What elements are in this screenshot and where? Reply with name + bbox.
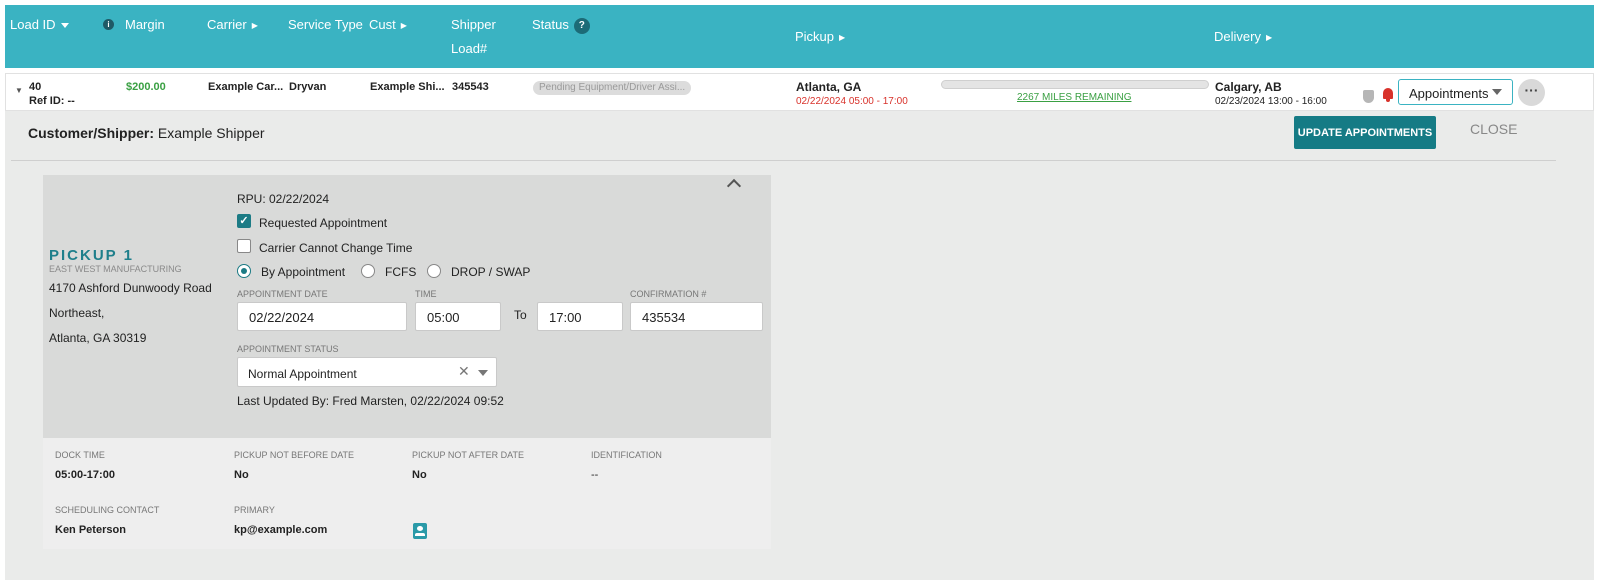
col-carrier[interactable]: Carrier ▶	[207, 17, 258, 32]
radio-by-appointment-label: By Appointment	[261, 265, 346, 279]
view-select[interactable]: Appointments	[1398, 79, 1513, 105]
table-row[interactable]: ▼ 40 Ref ID: -- $200.00 Example Car... D…	[5, 73, 1594, 111]
miles-remaining-link[interactable]: 2267 MILES REMAINING	[1017, 92, 1131, 103]
stop-title: PICKUP 1	[49, 247, 134, 264]
carrier-value[interactable]: Example Car...	[208, 81, 283, 93]
col-margin[interactable]: Margin	[125, 17, 165, 32]
radio-drop-swap[interactable]	[427, 264, 441, 278]
requested-appointment-checkbox[interactable]: ✓	[237, 214, 251, 228]
col-shipper[interactable]: Shipper	[451, 17, 496, 32]
clear-icon[interactable]: ✕	[458, 363, 470, 380]
address-line-2: Northeast,	[49, 306, 105, 320]
carrier-cannot-change-checkbox[interactable]	[237, 239, 251, 253]
dock-time-value: 05:00-17:00	[55, 469, 115, 481]
identification-label: IDENTIFICATION	[591, 450, 662, 460]
chevron-down-icon	[1492, 89, 1502, 95]
contact-card-icon[interactable]	[413, 523, 427, 539]
primary-label: PRIMARY	[234, 505, 275, 515]
requested-appointment-label: Requested Appointment	[259, 216, 388, 230]
address-line-1: 4170 Ashford Dunwoody Road	[49, 281, 212, 295]
not-before-value: No	[234, 469, 249, 481]
shield-icon	[1363, 90, 1374, 103]
info-icon[interactable]: i	[103, 19, 114, 30]
caret-down-icon	[60, 23, 69, 29]
to-label: To	[514, 308, 527, 322]
col-status[interactable]: Status?	[532, 17, 590, 34]
appointment-status-label: APPOINTMENT STATUS	[237, 344, 339, 354]
divider	[11, 160, 1556, 161]
time-to-input[interactable]: 17:00	[537, 302, 623, 331]
appointment-date-label: APPOINTMENT DATE	[237, 289, 328, 299]
col-load-id[interactable]: Load ID	[10, 17, 69, 32]
not-after-label: PICKUP NOT AFTER DATE	[412, 450, 525, 460]
radio-fcfs[interactable]	[361, 264, 375, 278]
load-id-value[interactable]: 40	[29, 81, 41, 93]
margin-value: $200.00	[126, 81, 166, 93]
help-icon[interactable]: ?	[573, 17, 590, 34]
ref-id: Ref ID: --	[29, 95, 75, 107]
col-service-type[interactable]: Service Type	[288, 17, 363, 32]
confirmation-input[interactable]: 435534	[630, 302, 763, 331]
appointment-status-select[interactable]: Normal Appointment ✕	[237, 357, 497, 387]
scheduling-contact-value: Ken Peterson	[55, 524, 126, 536]
carrier-cannot-change-label: Carrier Cannot Change Time	[259, 241, 413, 255]
col-cust[interactable]: Cust ▶	[369, 17, 407, 32]
confirmation-label: CONFIRMATION #	[630, 289, 707, 299]
pickup-window: 02/22/2024 05:00 - 17:00	[796, 96, 908, 107]
delivery-window: 02/23/2024 13:00 - 16:00	[1215, 96, 1327, 107]
time-label: TIME	[415, 289, 437, 299]
not-after-value: No	[412, 469, 427, 481]
more-options-button[interactable]: ···	[1518, 79, 1545, 106]
cust-value[interactable]: Example Shi...	[370, 81, 445, 93]
dock-time-label: DOCK TIME	[55, 450, 105, 460]
close-button[interactable]: CLOSE	[1470, 121, 1517, 137]
rpu-date: RPU: 02/22/2024	[237, 192, 330, 206]
address-line-3: Atlanta, GA 30319	[49, 331, 147, 345]
miles-progress-bar	[941, 80, 1209, 89]
status-badge: Pending Equipment/Driver Assi...	[533, 81, 691, 95]
identification-value: --	[591, 469, 599, 481]
col-delivery[interactable]: Delivery ▶	[1214, 29, 1272, 44]
radio-drop-swap-label: DROP / SWAP	[451, 265, 531, 279]
expand-toggle-icon[interactable]: ▼	[15, 86, 23, 95]
radio-fcfs-label: FCFS	[385, 265, 417, 279]
play-arrow-icon: ▶	[251, 21, 258, 31]
play-arrow-icon: ▶	[1265, 33, 1273, 43]
bell-icon[interactable]	[1383, 88, 1393, 102]
time-from-input[interactable]: 05:00	[415, 302, 501, 331]
play-arrow-icon: ▶	[400, 21, 407, 31]
table-header: Load ID i Margin Carrier ▶ Service Type C…	[5, 5, 1594, 68]
play-arrow-icon: ▶	[839, 33, 846, 43]
customer-shipper: Customer/Shipper: Example Shipper	[28, 125, 265, 141]
not-before-label: PICKUP NOT BEFORE DATE	[234, 450, 355, 460]
update-appointments-button[interactable]: UPDATE APPOINTMENTS	[1294, 116, 1436, 149]
chevron-down-icon	[478, 370, 488, 376]
shipper-load-value: 345543	[452, 81, 489, 93]
col-shipper-load: Load#	[451, 41, 488, 56]
primary-value: kp@example.com	[234, 524, 328, 536]
stop-company: EAST WEST MANUFACTURING	[49, 264, 182, 274]
service-type-value: Dryvan	[289, 81, 327, 93]
radio-by-appointment[interactable]	[237, 264, 251, 278]
delivery-city: Calgary, AB	[1215, 80, 1282, 94]
last-updated: Last Updated By: Fred Marsten, 02/22/202…	[237, 394, 504, 408]
col-pickup[interactable]: Pickup ▶	[795, 29, 845, 44]
appointment-date-input[interactable]: 02/22/2024	[237, 302, 407, 331]
scheduling-contact-label: SCHEDULING CONTACT	[55, 505, 160, 515]
appointment-panel: Customer/Shipper: Example Shipper UPDATE…	[5, 111, 1594, 580]
pickup-city: Atlanta, GA	[796, 80, 862, 94]
